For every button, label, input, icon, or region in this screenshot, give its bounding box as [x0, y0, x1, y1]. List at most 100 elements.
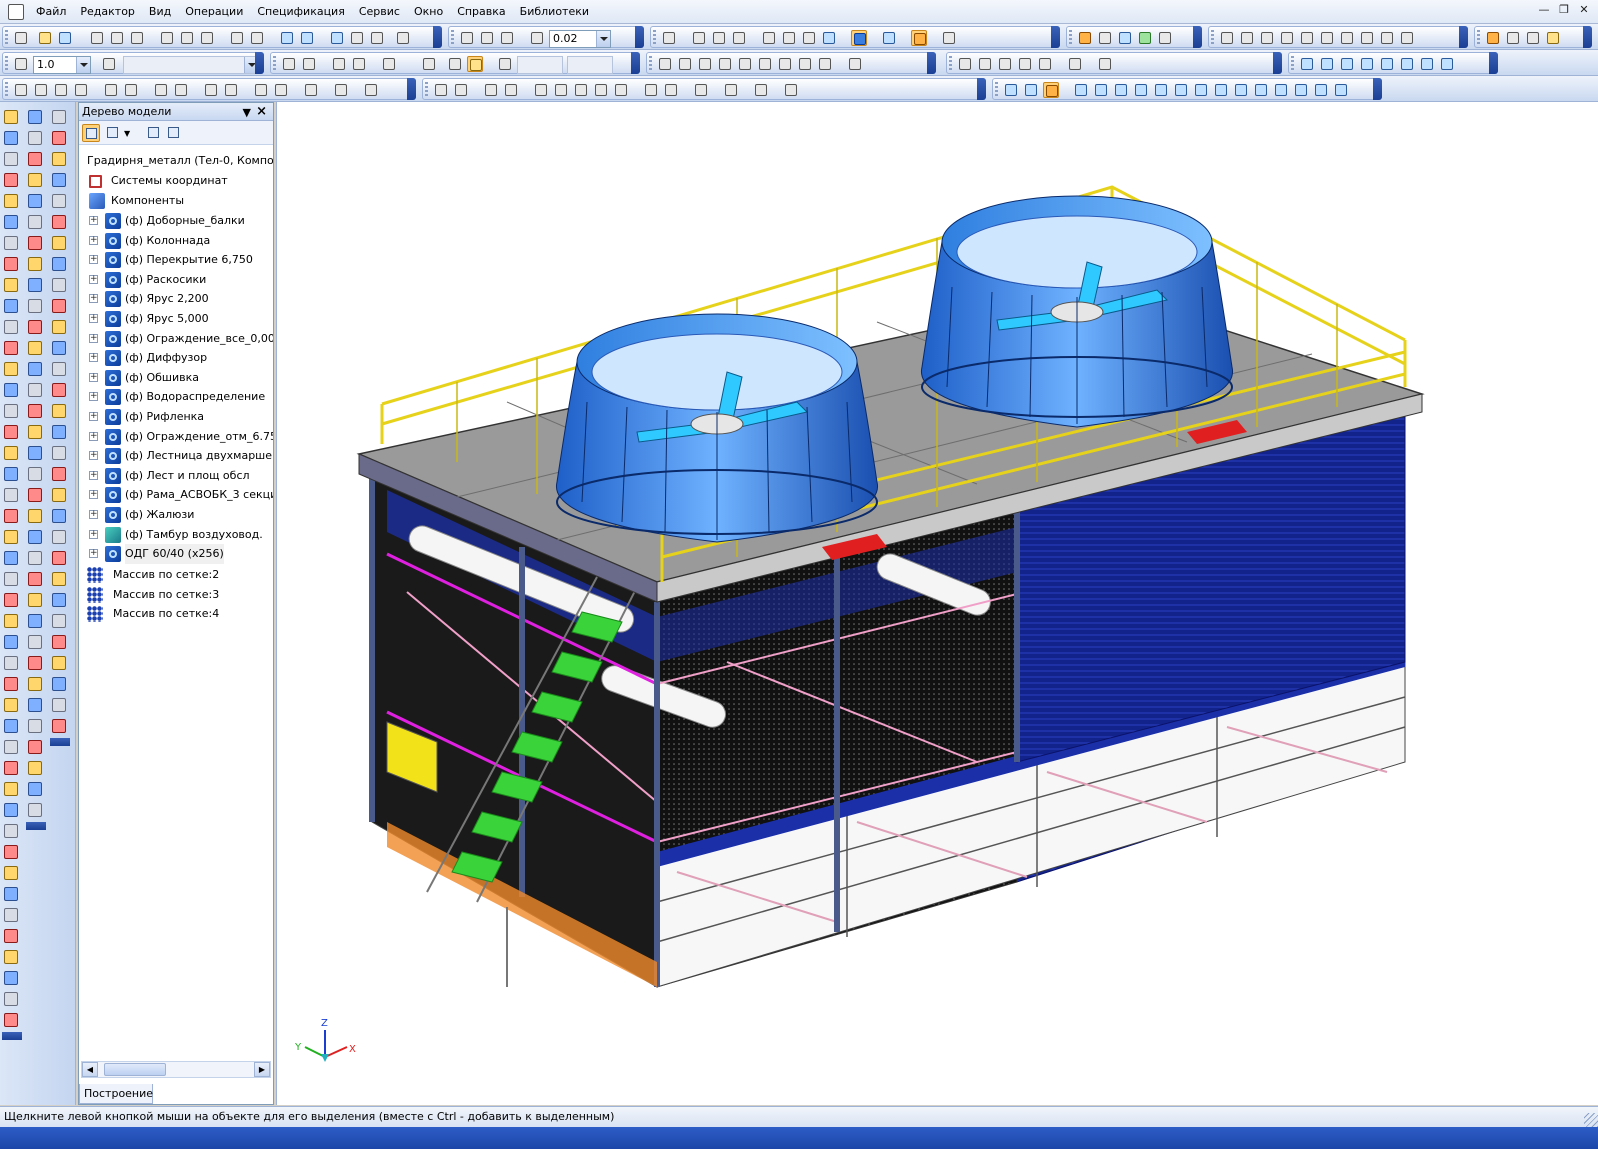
- stamp-icon[interactable]: [1173, 82, 1189, 98]
- fill-icon[interactable]: [303, 82, 319, 98]
- mark-icon[interactable]: [153, 82, 169, 98]
- compact-tool-icon[interactable]: [2, 591, 20, 609]
- snap-tool-icon[interactable]: [331, 56, 347, 72]
- compact-tool-icon[interactable]: [2, 570, 20, 588]
- jog-icon[interactable]: [1113, 82, 1129, 98]
- rib-icon[interactable]: [1193, 82, 1209, 98]
- compact-tool-icon[interactable]: [26, 738, 44, 756]
- chevron-down-icon[interactable]: ▼: [124, 124, 142, 142]
- deform-icon[interactable]: [573, 82, 589, 98]
- close-icon[interactable]: ×: [256, 103, 267, 120]
- section-icon[interactable]: [1379, 30, 1395, 46]
- compact-tool-icon[interactable]: [50, 633, 68, 651]
- dim-diameter-icon[interactable]: [1037, 56, 1053, 72]
- compact-tool-icon[interactable]: [50, 297, 68, 315]
- compact-tool-icon[interactable]: [26, 234, 44, 252]
- designation-icon[interactable]: [73, 82, 89, 98]
- menu-view[interactable]: Вид: [143, 3, 177, 20]
- sheet-active-icon[interactable]: [1043, 82, 1059, 98]
- compact-tool-icon[interactable]: [2, 192, 20, 210]
- trim-icon[interactable]: [593, 82, 609, 98]
- chevron-down-icon[interactable]: [76, 57, 90, 73]
- compact-tool-icon[interactable]: [26, 465, 44, 483]
- compact-tool-icon[interactable]: [50, 423, 68, 441]
- display-options-icon[interactable]: [941, 30, 957, 46]
- sheet-body-icon[interactable]: [1003, 82, 1019, 98]
- specification-icon[interactable]: [249, 30, 265, 46]
- zoom-value-combo[interactable]: 0.02: [549, 30, 611, 48]
- menu-specification[interactable]: Спецификация: [251, 3, 350, 20]
- rotate-icon[interactable]: [731, 30, 747, 46]
- expand-plus-icon[interactable]: +: [89, 470, 98, 480]
- split-icon[interactable]: [613, 82, 629, 98]
- folder-tool-icon[interactable]: [1077, 30, 1093, 46]
- scale-icon[interactable]: [503, 82, 519, 98]
- axis-icon[interactable]: [203, 82, 219, 98]
- sheet-edit-icon[interactable]: [1333, 82, 1349, 98]
- cut-line-icon[interactable]: [363, 82, 379, 98]
- compact-tool-icon[interactable]: [26, 507, 44, 525]
- scroll-right-icon[interactable]: ▶: [254, 1062, 270, 1077]
- edit-icon[interactable]: [1525, 30, 1541, 46]
- compact-tool-icon[interactable]: [26, 759, 44, 777]
- weld-icon[interactable]: [273, 82, 289, 98]
- menu-editor[interactable]: Редактор: [74, 3, 141, 20]
- undo-icon[interactable]: [279, 30, 295, 46]
- pin-icon[interactable]: ▼: [243, 104, 251, 121]
- tree-horizontal-scrollbar[interactable]: ◀ ▶: [81, 1061, 271, 1078]
- leader-icon[interactable]: [53, 82, 69, 98]
- compact-tool-icon[interactable]: [26, 612, 44, 630]
- expand-plus-icon[interactable]: +: [89, 294, 98, 304]
- compact-tool-icon[interactable]: [50, 549, 68, 567]
- show-all-icon[interactable]: [711, 30, 727, 46]
- tree-tool-icon[interactable]: [1097, 30, 1113, 46]
- compact-tool-icon[interactable]: [2, 654, 20, 672]
- export-icon[interactable]: [129, 30, 145, 46]
- ortho-icon[interactable]: [421, 56, 437, 72]
- zoom-scale-icon[interactable]: [529, 30, 545, 46]
- settings-tool-icon[interactable]: [1117, 30, 1133, 46]
- shaded-icon[interactable]: [821, 30, 837, 46]
- circle-icon[interactable]: [1379, 56, 1395, 72]
- expand-plus-icon[interactable]: +: [89, 431, 98, 441]
- polyline-icon[interactable]: [1319, 56, 1335, 72]
- expand-plus-icon[interactable]: +: [89, 353, 98, 363]
- dim-linear-icon[interactable]: [957, 56, 973, 72]
- layer-icon[interactable]: [101, 56, 117, 72]
- print-preview-icon[interactable]: [109, 30, 125, 46]
- info-icon[interactable]: [1399, 30, 1415, 46]
- compact-tool-icon[interactable]: [2, 549, 20, 567]
- compact-tool-icon[interactable]: [2, 717, 20, 735]
- hole-icon[interactable]: [1253, 82, 1269, 98]
- compact-tool-icon[interactable]: [50, 150, 68, 168]
- compact-tool-icon[interactable]: [26, 780, 44, 798]
- compact-tool-icon[interactable]: [50, 129, 68, 147]
- measure-tool-icon[interactable]: [753, 82, 769, 98]
- compact-tool-icon[interactable]: [2, 1011, 20, 1029]
- zoom-window-icon[interactable]: [459, 30, 475, 46]
- pattern-icon[interactable]: [1293, 82, 1309, 98]
- end-snap-icon[interactable]: [757, 56, 773, 72]
- zoom-in-icon[interactable]: [479, 30, 495, 46]
- compact-tool-icon[interactable]: [26, 150, 44, 168]
- compact-tool-icon[interactable]: [50, 171, 68, 189]
- compact-tool-icon[interactable]: [50, 108, 68, 126]
- compact-tool-icon[interactable]: [50, 507, 68, 525]
- menu-help[interactable]: Справка: [451, 3, 511, 20]
- compact-tool-icon[interactable]: [26, 213, 44, 231]
- step-value-combo[interactable]: 1.0: [33, 56, 91, 74]
- point-icon[interactable]: [657, 56, 673, 72]
- offset-icon[interactable]: [693, 82, 709, 98]
- section-view-icon[interactable]: [911, 30, 927, 46]
- circle-snap-icon[interactable]: [697, 56, 713, 72]
- compact-tool-icon[interactable]: [50, 318, 68, 336]
- compact-tool-icon[interactable]: [50, 234, 68, 252]
- snap-local-icon[interactable]: [301, 56, 317, 72]
- compact-tool-icon[interactable]: [2, 318, 20, 336]
- compact-tool-icon[interactable]: [50, 339, 68, 357]
- manager-icon[interactable]: [329, 30, 345, 46]
- app-icon[interactable]: [8, 3, 24, 20]
- collision-icon[interactable]: [1359, 30, 1375, 46]
- expand-plus-icon[interactable]: +: [89, 412, 98, 421]
- help-pointer-icon[interactable]: [395, 30, 411, 46]
